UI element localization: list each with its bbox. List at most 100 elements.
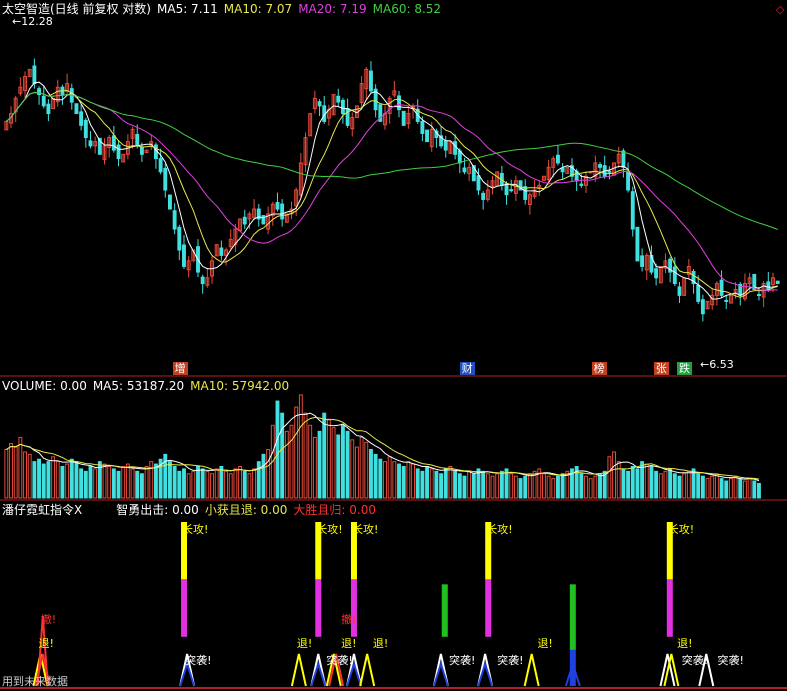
candle-body [369,70,373,92]
low-price-label: ←6.53 [700,358,734,371]
volume-bar [420,470,425,499]
signal-label-retreat: 退! [38,637,54,650]
volume-bar [757,482,761,499]
volume-bar [677,475,682,499]
volume-bar [93,468,98,499]
volume-bar [499,470,504,499]
volume-bar [326,418,331,499]
volume-bar [144,465,149,499]
volume-bar [350,439,355,499]
candle-body [462,167,467,173]
volume-bar [13,446,18,499]
candle-body [724,299,729,302]
signal-triangle [290,653,307,687]
high-price-value: 12.28 [21,15,53,28]
volume-bar [354,446,359,499]
candle-body [219,247,224,256]
indicator-name[interactable]: 潘仔霓虹指令X [2,503,82,517]
volume-bar [41,463,46,499]
candle-body [163,167,168,191]
volume-bar [448,465,453,499]
volume-bar [196,465,200,499]
volume-bar [714,473,719,499]
volume-bar [724,480,729,499]
signal-triangle [523,653,540,687]
candle-body [275,202,280,210]
dasheng-readout: 大胜且归: 0.00 [293,503,376,517]
volume-bar [551,478,556,499]
diamond-icon[interactable]: ◇ [776,3,784,16]
signal-column [485,579,492,637]
volume-bar [266,449,271,499]
volume-readout: VOLUME: 0.00 [2,379,87,393]
volume-bar [261,453,266,499]
volume-bar [588,478,593,499]
candle-body [242,216,247,225]
volume-bar [4,449,9,499]
stock-chart[interactable] [0,0,787,691]
candle-body [453,141,458,155]
signal-label-attack: 长攻! [667,523,695,536]
volume-bar [364,441,369,499]
signal-column [350,579,357,637]
volume-bar [200,468,205,499]
candle-body [158,158,163,173]
volume-bar [742,480,747,499]
candle-body [425,129,430,143]
volume-bar [429,468,434,499]
volume-bar [121,465,126,499]
volume-bar [738,478,743,499]
volume-bar [256,461,261,499]
volume-bar [710,475,715,499]
candle-body [654,268,659,279]
candle-body [139,147,144,155]
volume-bar [658,473,663,499]
event-tag[interactable]: 榜 [591,362,607,375]
event-tag[interactable]: 财 [459,362,475,375]
volume-bar [728,478,733,499]
signal-label-raid: 突袭! [497,654,524,667]
signal-column [569,584,576,650]
candle-body [46,103,51,115]
volume-bar [471,473,476,499]
volume-bar [593,475,598,499]
volume-bar [411,463,415,499]
volume-bar [752,480,757,499]
event-tag[interactable]: 增 [172,362,188,375]
candle-body [621,150,626,168]
signal-column [441,584,448,637]
volume-bar [275,400,280,499]
volume-bar [60,465,65,499]
volume-bar [205,470,210,499]
event-tag[interactable]: 张 [653,362,669,375]
volume-bar [607,456,612,499]
candle-body [672,266,677,285]
volume-bar [443,468,448,499]
candle-body [556,154,560,164]
signal-label-raid: 突袭! [326,654,353,667]
candle-body [177,226,182,251]
volume-bar [481,470,486,499]
volume-bar [125,463,130,499]
candle-body [504,183,509,196]
signal-label-retreat: 退! [677,637,693,650]
event-tag[interactable]: 跌 [677,362,692,375]
volume-bar [644,463,649,499]
volume-bar [69,458,74,499]
volume-bar [686,470,691,499]
ma5-readout: MA5: 7.11 [157,2,218,16]
signal-label-retreat: 退! [537,637,553,650]
volume-bar [621,468,626,499]
volume-bar [153,463,158,499]
signal-label-retreat: 退! [341,637,357,650]
volume-bar [312,436,317,499]
signal-label-attack: 长攻! [351,523,379,536]
volume-bar [331,427,336,499]
volume-bar [294,406,299,499]
signal-label-attack: 长攻! [486,523,513,536]
volume-bar [280,412,285,499]
volume-bar [392,461,397,499]
volume-bar [107,465,112,499]
candle-body [79,111,84,126]
candle-body [775,280,780,285]
